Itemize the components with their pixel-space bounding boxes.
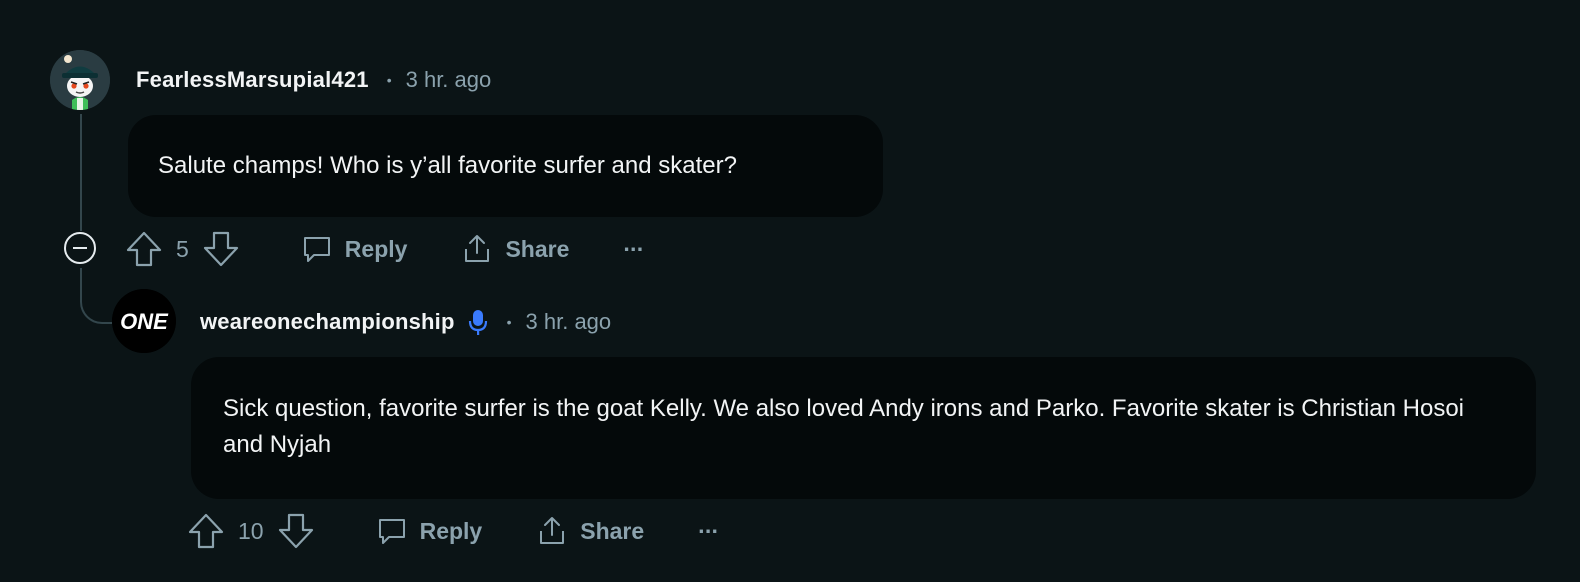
comment-meta: weareonechampionship • 3 hr. ago	[200, 306, 611, 338]
vote-count: 5	[176, 235, 189, 262]
more-horizontal-icon: ···	[623, 235, 644, 262]
timestamp[interactable]: 3 hr. ago	[526, 309, 612, 335]
timestamp[interactable]: 3 hr. ago	[406, 67, 492, 93]
comment-actions: 10 Reply Share ···	[186, 509, 719, 553]
more-options-button[interactable]: ···	[698, 517, 719, 545]
comment-body: Sick question, favorite surfer is the go…	[191, 357, 1536, 499]
upvote-button[interactable]	[186, 511, 226, 551]
microphone-icon	[467, 308, 489, 336]
share-button[interactable]: Share	[536, 515, 644, 547]
meta-separator: •	[506, 314, 512, 330]
avatar[interactable]	[50, 50, 110, 110]
more-options-button[interactable]: ···	[623, 235, 644, 263]
minus-circle-icon	[73, 247, 87, 249]
share-icon	[540, 517, 565, 544]
speech-bubble-icon	[378, 519, 405, 544]
downvote-button[interactable]	[276, 511, 316, 551]
share-button[interactable]: Share	[461, 233, 569, 265]
comment-text: Sick question, favorite surfer is the go…	[223, 395, 1465, 458]
share-icon	[465, 235, 490, 262]
comment-text: Salute champs! Who is y’all favorite sur…	[158, 152, 737, 179]
collapse-thread-button[interactable]	[64, 232, 96, 264]
one-championship-logo-icon: ONE	[112, 289, 176, 353]
arrow-down-icon	[203, 231, 238, 267]
comment-thread: FearlessMarsupial421 • 3 hr. ago Salute …	[0, 0, 1580, 582]
comment-actions: 5 Reply Share ···	[124, 227, 644, 271]
upvote-button[interactable]	[124, 229, 164, 269]
reply-button[interactable]: Reply	[376, 515, 483, 547]
avatar[interactable]: ONE	[112, 289, 176, 353]
snoo-avatar-icon	[50, 50, 110, 110]
reply-thread-connector[interactable]	[80, 268, 112, 324]
reply-button[interactable]: Reply	[301, 233, 408, 265]
speech-bubble-icon	[303, 237, 330, 262]
reply-label: Reply	[344, 235, 408, 262]
comment-meta: FearlessMarsupial421 • 3 hr. ago	[136, 64, 491, 96]
share-label: Share	[580, 517, 645, 544]
share-label: Share	[505, 235, 570, 262]
meta-separator: •	[386, 72, 392, 88]
downvote-button[interactable]	[201, 229, 241, 269]
thread-line[interactable]	[80, 114, 82, 231]
username[interactable]: FearlessMarsupial421	[136, 67, 369, 93]
username[interactable]: weareonechampionship	[200, 309, 455, 335]
comment-body: Salute champs! Who is y’all favorite sur…	[128, 115, 883, 217]
more-horizontal-icon: ···	[698, 517, 719, 544]
reply-label: Reply	[419, 517, 483, 544]
arrow-up-icon	[188, 513, 224, 549]
arrow-up-icon	[126, 231, 162, 267]
arrow-down-icon	[278, 513, 313, 549]
avatar-text: ONE	[120, 309, 169, 334]
vote-count: 10	[238, 517, 264, 544]
